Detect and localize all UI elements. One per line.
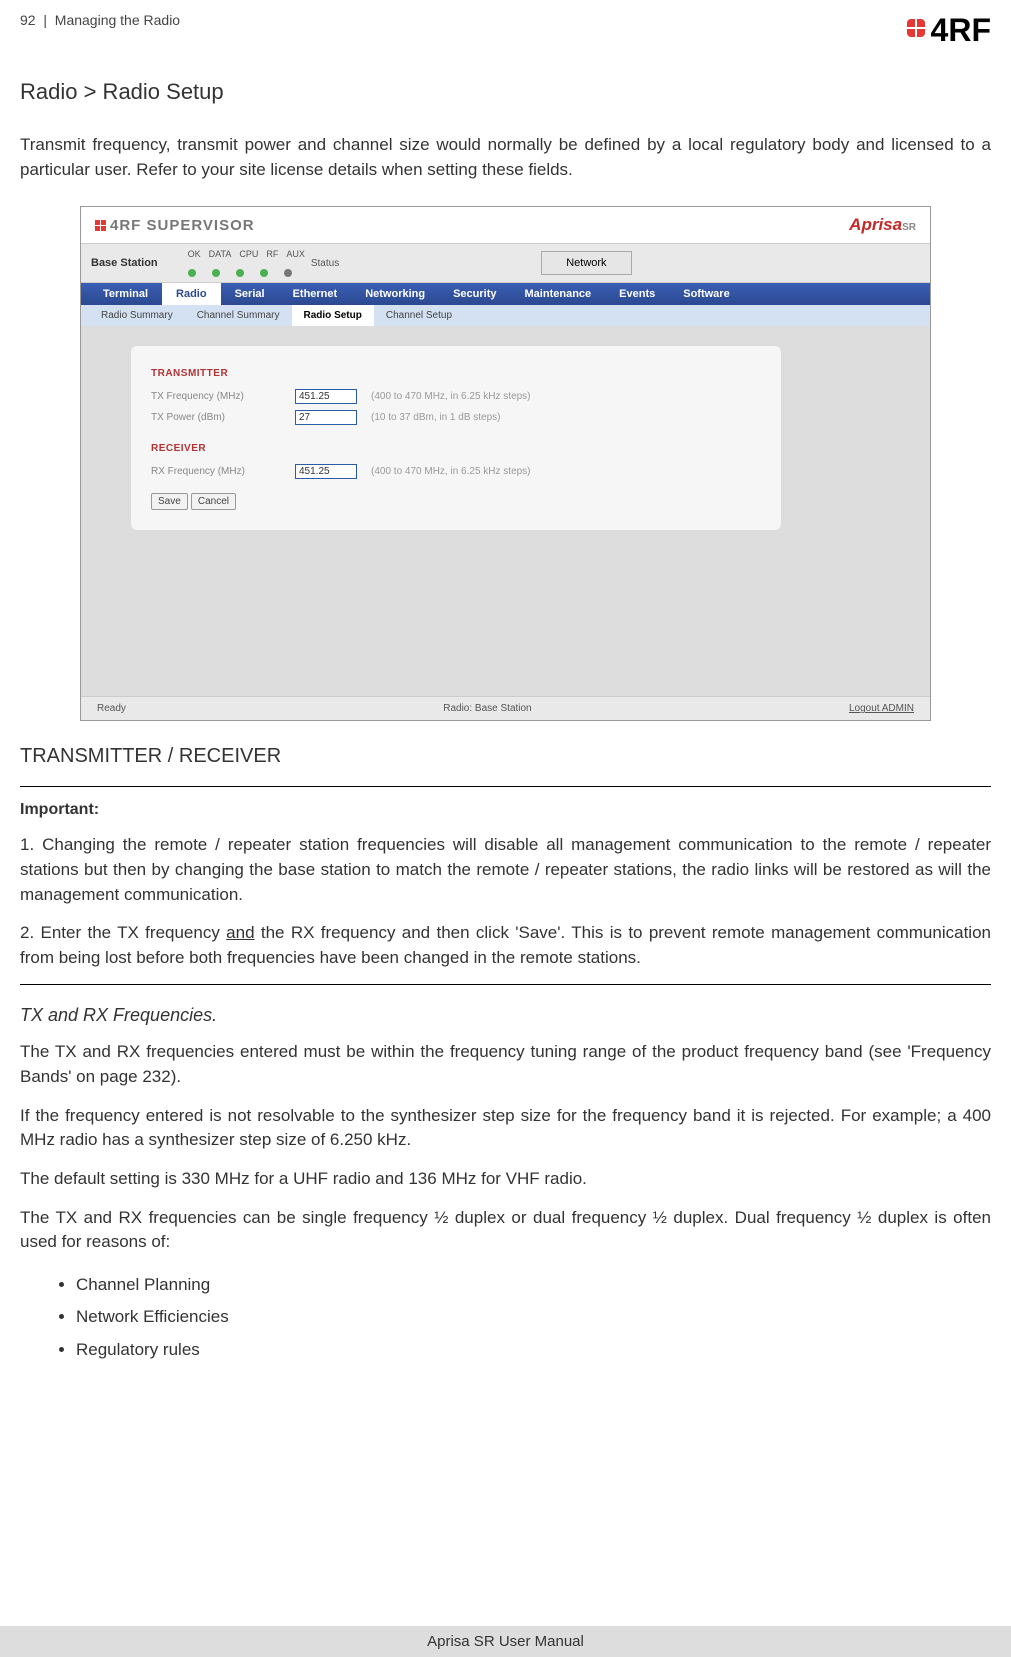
page-title: Radio > Radio Setup <box>20 79 991 105</box>
logo-4rf: 4RF <box>907 12 991 49</box>
led-label-cpu: CPU <box>239 249 258 259</box>
receiver-heading: RECEIVER <box>151 443 761 454</box>
status-label: Status <box>311 258 339 269</box>
page-footer: Aprisa SR User Manual <box>0 1626 1011 1657</box>
nav-networking[interactable]: Networking <box>351 283 439 305</box>
intro-paragraph: Transmit frequency, transmit power and c… <box>20 133 991 182</box>
led-data-icon <box>212 269 220 277</box>
tx-power-hint: (10 to 37 dBm, in 1 dB steps) <box>371 412 501 423</box>
subnav-radio-setup[interactable]: Radio Setup <box>292 305 374 326</box>
logout-link[interactable]: Logout ADMIN <box>849 703 914 714</box>
cancel-button[interactable]: Cancel <box>191 493 236 510</box>
network-button[interactable]: Network <box>541 251 631 275</box>
tx-power-label: TX Power (dBm) <box>151 412 281 423</box>
nav-security[interactable]: Security <box>439 283 510 305</box>
important-note-2: 2. Enter the TX frequency and the RX fre… <box>20 921 991 970</box>
logo-squares-icon <box>907 19 925 37</box>
page-number: 92 <box>20 12 36 28</box>
led-label-data: DATA <box>209 249 232 259</box>
tx-freq-hint: (400 to 470 MHz, in 6.25 kHz steps) <box>371 391 531 402</box>
tx-freq-label: TX Frequency (MHz) <box>151 391 281 402</box>
rx-freq-hint: (400 to 470 MHz, in 6.25 kHz steps) <box>371 466 531 477</box>
tx-power-input[interactable] <box>295 410 357 425</box>
nav-maintenance[interactable]: Maintenance <box>511 283 606 305</box>
nav-terminal[interactable]: Terminal <box>89 283 162 305</box>
body-para-3: The default setting is 330 MHz for a UHF… <box>20 1167 991 1192</box>
aprisa-logo: AprisaSR <box>849 215 916 235</box>
led-label-rf: RF <box>266 249 278 259</box>
nav-ethernet[interactable]: Ethernet <box>279 283 352 305</box>
radio-setup-panel: TRANSMITTER TX Frequency (MHz) (400 to 4… <box>131 346 781 530</box>
led-label-ok: OK <box>188 249 201 259</box>
transmitter-heading: TRANSMITTER <box>151 368 761 379</box>
page-header: 92 | Managing the Radio <box>20 12 180 28</box>
subnav-channel-setup[interactable]: Channel Setup <box>374 305 464 326</box>
supervisor-logo: 4RF SUPERVISOR <box>95 217 255 234</box>
tx-rx-frequencies-heading: TX and RX Frequencies. <box>20 1005 991 1026</box>
status-radio: Radio: Base Station <box>443 703 531 714</box>
status-ready: Ready <box>97 703 126 714</box>
reasons-list: Channel Planning Network Efficiencies Re… <box>20 1269 991 1366</box>
body-para-4: The TX and RX frequencies can be single … <box>20 1206 991 1255</box>
led-label-aux: AUX <box>286 249 305 259</box>
led-cpu-icon <box>236 269 244 277</box>
body-para-2: If the frequency entered is not resolvab… <box>20 1104 991 1153</box>
list-item: Regulatory rules <box>76 1334 991 1366</box>
save-button[interactable]: Save <box>151 493 188 510</box>
nav-software[interactable]: Software <box>669 283 743 305</box>
main-nav: Terminal Radio Serial Ethernet Networkin… <box>81 283 930 305</box>
subnav-channel-summary[interactable]: Channel Summary <box>185 305 292 326</box>
screenshot-panel: 4RF SUPERVISOR AprisaSR Base Station OK … <box>80 206 931 721</box>
chapter-name: Managing the Radio <box>55 12 180 28</box>
nav-radio[interactable]: Radio <box>162 283 221 305</box>
sub-nav: Radio Summary Channel Summary Radio Setu… <box>81 305 930 326</box>
nav-events[interactable]: Events <box>605 283 669 305</box>
logo-squares-icon <box>95 220 106 231</box>
led-aux-icon <box>284 269 292 277</box>
subnav-radio-summary[interactable]: Radio Summary <box>89 305 185 326</box>
nav-serial[interactable]: Serial <box>221 283 279 305</box>
led-ok-icon <box>188 269 196 277</box>
list-item: Channel Planning <box>76 1269 991 1301</box>
led-rf-icon <box>260 269 268 277</box>
rx-freq-input[interactable] <box>295 464 357 479</box>
important-note-1: 1. Changing the remote / repeater statio… <box>20 833 991 907</box>
important-label: Important: <box>20 801 991 819</box>
body-para-1: The TX and RX frequencies entered must b… <box>20 1040 991 1089</box>
transmitter-receiver-heading: TRANSMITTER / RECEIVER <box>20 745 991 768</box>
tx-freq-input[interactable] <box>295 389 357 404</box>
base-station-label: Base Station <box>91 257 158 269</box>
list-item: Network Efficiencies <box>76 1301 991 1333</box>
rx-freq-label: RX Frequency (MHz) <box>151 466 281 477</box>
